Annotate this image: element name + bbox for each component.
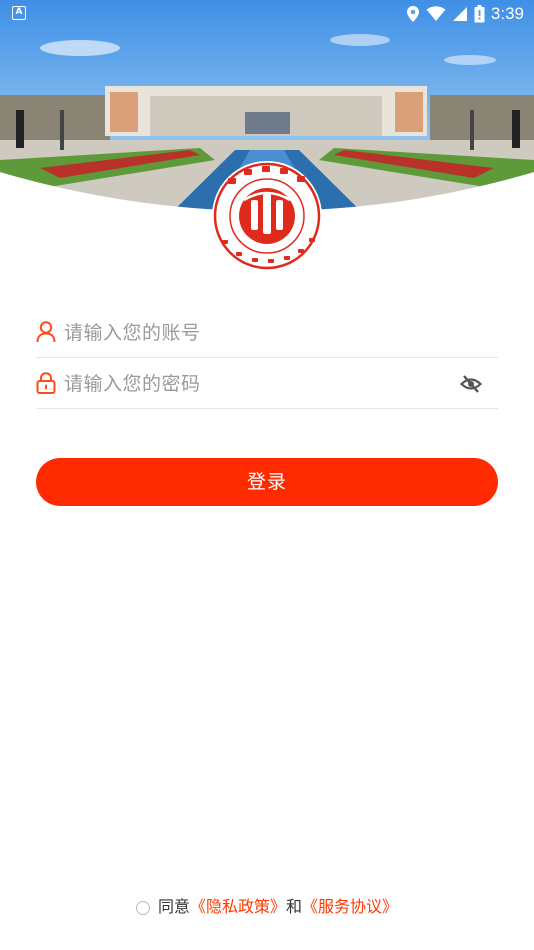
agree-radio[interactable] bbox=[135, 901, 150, 915]
account-placeholder: 请输入您的账号 bbox=[64, 322, 201, 344]
login-button[interactable]: 登录 bbox=[36, 458, 498, 506]
location-icon bbox=[406, 6, 419, 22]
account-field[interactable]: 请输入您的账号 bbox=[36, 308, 498, 358]
signal-icon bbox=[452, 7, 467, 21]
password-field[interactable]: 请输入您的密码 bbox=[36, 359, 498, 409]
person-icon bbox=[36, 321, 56, 343]
agree-prefix: 同意 bbox=[157, 897, 190, 916]
agree-conjunction: 和 bbox=[286, 897, 303, 916]
college-logo bbox=[212, 161, 322, 271]
privacy-policy-link[interactable]: 《隐私政策》 bbox=[190, 897, 286, 916]
wifi-icon bbox=[426, 6, 446, 21]
lock-icon bbox=[36, 372, 56, 394]
eye-off-icon[interactable] bbox=[460, 373, 482, 395]
password-placeholder: 请输入您的密码 bbox=[64, 373, 201, 395]
service-agreement-link[interactable]: 《服务协议》 bbox=[302, 897, 398, 916]
status-bar: A 3:39 bbox=[0, 0, 534, 28]
notification-badge: A bbox=[12, 6, 26, 20]
battery-icon bbox=[474, 5, 485, 23]
agreement: 同意《隐私政策》和《服务协议》 bbox=[0, 893, 534, 917]
clock: 3:39 bbox=[490, 4, 524, 23]
status-icons: 3:39 bbox=[406, 2, 524, 26]
header-banner bbox=[0, 0, 534, 300]
campus-photo bbox=[0, 0, 534, 271]
